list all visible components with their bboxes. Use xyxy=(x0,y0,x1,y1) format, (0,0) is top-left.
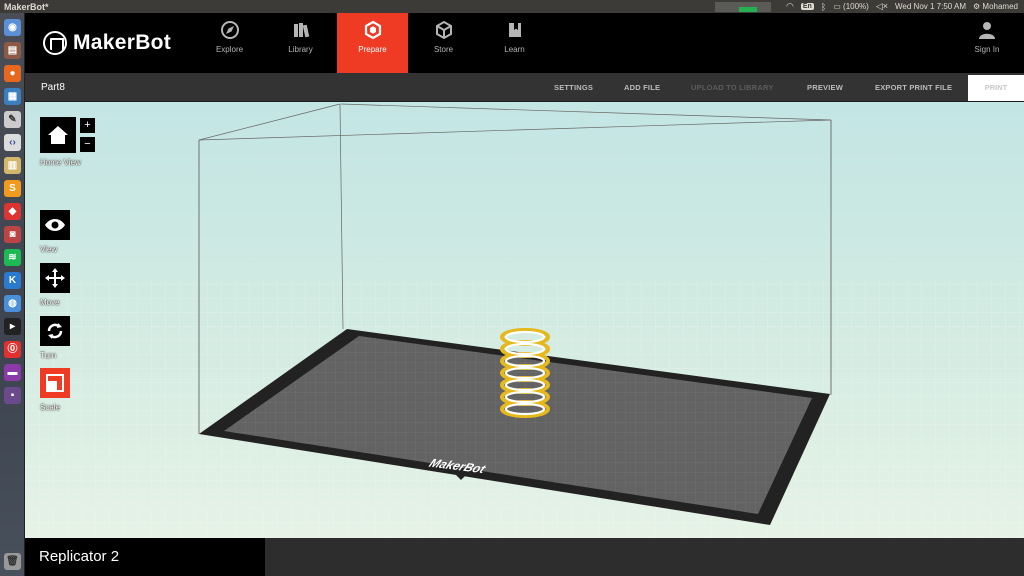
settings-button[interactable]: SETTINGS xyxy=(554,83,593,92)
app-header: MakerBot Explore Library Prepare Store L… xyxy=(25,13,1024,73)
status-footer: Replicator 2 xyxy=(25,538,1024,576)
book-icon xyxy=(508,23,521,37)
tab-prepare[interactable]: Prepare xyxy=(337,13,408,73)
tab-prepare-label: Prepare xyxy=(358,45,387,54)
export-print-file-button[interactable]: EXPORT PRINT FILE xyxy=(875,83,952,92)
sublime-icon[interactable]: S xyxy=(4,180,21,197)
tab-explore-label: Explore xyxy=(215,45,244,54)
app-violet-icon[interactable]: ▪ xyxy=(4,387,21,404)
prepare-icon xyxy=(364,20,381,40)
kodi-icon[interactable]: K xyxy=(4,272,21,289)
files-icon[interactable]: ▤ xyxy=(4,42,21,59)
home-view-label: Home View xyxy=(40,158,81,167)
tab-explore[interactable]: Explore xyxy=(194,13,265,73)
tab-store-label: Store xyxy=(433,45,454,54)
document-name[interactable]: Part8 xyxy=(41,82,65,93)
code-editor-icon[interactable]: ‹› xyxy=(4,134,21,151)
tab-learn[interactable]: Learn xyxy=(479,13,550,73)
scale-icon xyxy=(46,374,64,392)
cube-icon xyxy=(435,20,452,40)
rotate-icon xyxy=(47,323,63,339)
sign-in-button[interactable]: Sign In xyxy=(962,13,1012,73)
scale-label: Scale xyxy=(40,403,61,412)
trash-icon[interactable]: 🗑 xyxy=(4,553,21,570)
tab-library[interactable]: Library xyxy=(265,13,336,73)
user-icon xyxy=(979,22,995,39)
software-center-icon[interactable]: ▦ xyxy=(4,88,21,105)
tab-library-label: Library xyxy=(288,45,313,54)
system-top-panel: MakerBot* ◠ En ᛒ ▭ (100%) ◁× Wed Nov 1 7… xyxy=(0,0,1024,13)
printer-selector[interactable]: Replicator 2 xyxy=(25,538,265,576)
view-label: View xyxy=(40,245,58,254)
bluetooth-icon[interactable]: ᛒ xyxy=(821,2,826,12)
user-menu[interactable]: ⚙ Mohamed xyxy=(973,2,1018,11)
move-tool[interactable]: Move xyxy=(40,263,70,307)
keyboard-layout-indicator[interactable]: En xyxy=(800,3,814,10)
makerbot-launcher-icon[interactable]: ⓪ xyxy=(4,341,21,358)
home-icon xyxy=(48,126,68,144)
zoom-in-button[interactable]: + xyxy=(80,118,95,133)
turn-tool[interactable]: Turn xyxy=(40,316,70,360)
home-view-tool[interactable]: Home View xyxy=(40,117,81,167)
network-graph xyxy=(715,1,772,12)
prepare-toolbar: Part8 SETTINGS ADD FILE UPLOAD TO LIBRAR… xyxy=(25,73,1024,102)
compass-icon xyxy=(220,21,239,39)
gear-icon: ⚙ xyxy=(973,2,981,11)
volume-icon[interactable]: ◁× xyxy=(876,1,888,12)
view-tool[interactable]: View xyxy=(40,210,70,254)
build-plate-notch xyxy=(455,474,467,480)
window-title: MakerBot* xyxy=(4,1,49,12)
build-scene xyxy=(25,103,1024,538)
preview-button[interactable]: PREVIEW xyxy=(807,83,843,92)
zoom-out-button[interactable]: − xyxy=(80,137,95,152)
camera-icon[interactable]: ◙ xyxy=(4,226,21,243)
eye-icon xyxy=(45,219,65,231)
tab-store[interactable]: Store xyxy=(408,13,479,73)
battery-icon: ▭ xyxy=(833,2,841,11)
makerbot-logo: MakerBot xyxy=(43,31,171,55)
print-button[interactable]: PRINT xyxy=(968,75,1024,101)
tab-learn-label: Learn xyxy=(504,45,525,54)
move-label: Move xyxy=(40,298,60,307)
turn-label: Turn xyxy=(40,351,57,360)
dash-icon[interactable]: ◉ xyxy=(4,19,21,36)
sign-in-label: Sign In xyxy=(974,45,1000,54)
clock[interactable]: Wed Nov 1 7:50 AM xyxy=(895,2,966,11)
move-arrows-icon xyxy=(45,268,65,288)
spotify-icon[interactable]: ≋ xyxy=(4,249,21,266)
app-red-icon[interactable]: ◆ xyxy=(4,203,21,220)
scale-tool[interactable]: Scale xyxy=(40,368,70,412)
app-launcher: ◉ ▤ ● ▦ ✎ ‹› ▥ S ◆ ◙ ≋ K ◍ ▸ ⓪ ▬ ▪ 🗑 xyxy=(0,13,25,576)
chromium-icon[interactable]: ◍ xyxy=(4,295,21,312)
firefox-icon[interactable]: ● xyxy=(4,65,21,82)
text-editor-icon[interactable]: ✎ xyxy=(4,111,21,128)
makerbot-logo-icon xyxy=(43,31,67,55)
terminal-icon[interactable]: ▸ xyxy=(4,318,21,335)
add-file-button[interactable]: ADD FILE xyxy=(624,83,660,92)
archive-icon[interactable]: ▥ xyxy=(4,157,21,174)
library-icon xyxy=(293,23,309,38)
battery-indicator[interactable]: ▭ (100%) xyxy=(833,2,869,11)
wifi-icon[interactable]: ◠ xyxy=(786,1,794,12)
upload-to-library-button[interactable]: UPLOAD TO LIBRARY xyxy=(691,83,774,92)
app-purple-icon[interactable]: ▬ xyxy=(4,364,21,381)
3d-viewport[interactable]: MakerBot Home View + − View Move Turn Sc… xyxy=(25,102,1024,538)
